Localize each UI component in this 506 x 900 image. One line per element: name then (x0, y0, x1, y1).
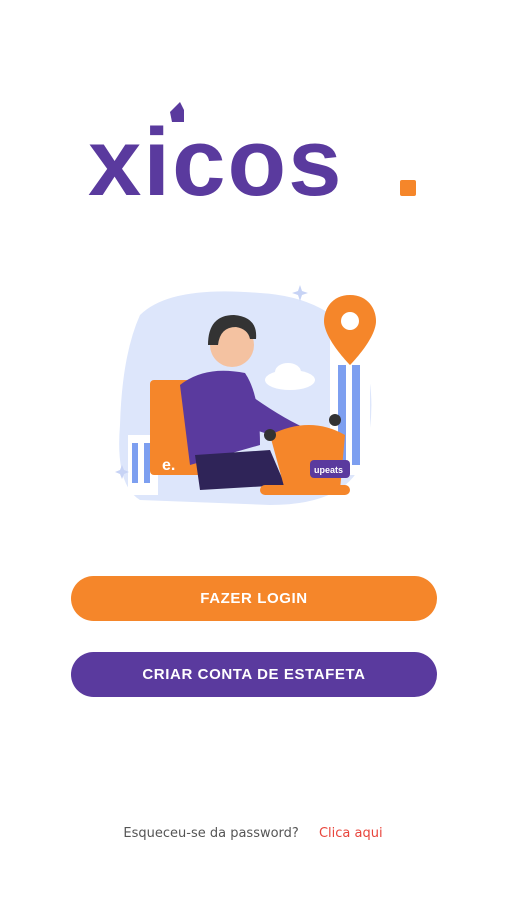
login-button[interactable]: FAZER LOGIN (71, 576, 437, 621)
logo-text: xicos (88, 109, 343, 210)
delivery-scooter-illustration-icon: e. upeats (115, 285, 376, 505)
create-courier-account-button[interactable]: CRIAR CONTA DE ESTAFETA (71, 652, 437, 697)
forgot-password-row: Esqueceu-se da password? Clica aqui (0, 826, 506, 841)
delivery-illustration: e. upeats (110, 285, 400, 515)
logo-dot (400, 180, 416, 196)
app-logo: xicos (88, 100, 428, 210)
scooter-label: upeats (314, 465, 343, 475)
forgot-password-link[interactable]: Clica aqui (319, 826, 383, 841)
xicos-logo-icon: xicos (88, 102, 416, 210)
box-label: e. (162, 457, 175, 474)
forgot-password-text: Esqueceu-se da password? (123, 826, 299, 841)
